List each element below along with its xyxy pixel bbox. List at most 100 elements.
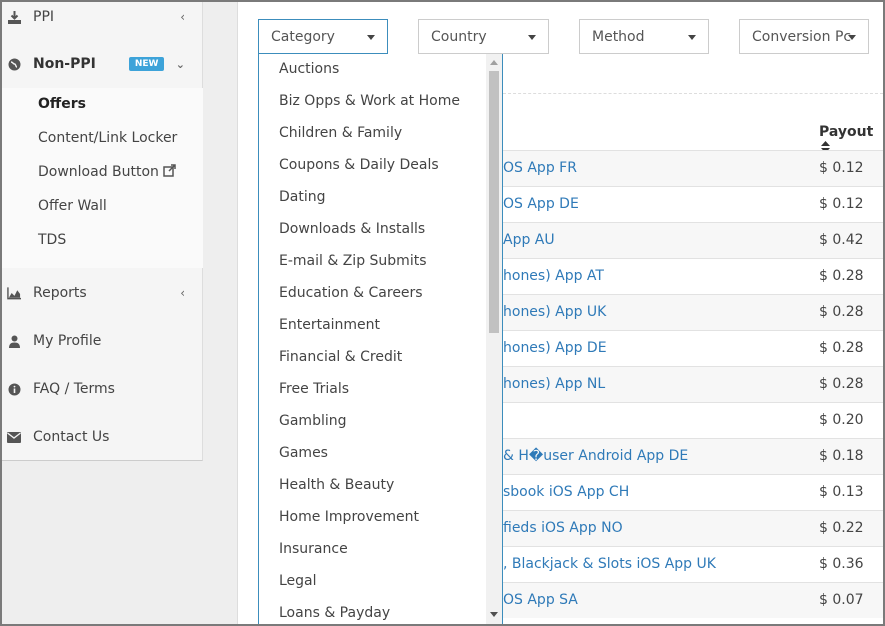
category-option[interactable]: Downloads & Installs [279, 221, 425, 237]
table-row: hones) App AT $ 0.28 [503, 258, 883, 294]
payout-value: $ 0.28 [819, 340, 864, 356]
payout-value: $ 0.12 [819, 196, 864, 212]
sidebar-item-contact[interactable]: Contact Us [0, 426, 201, 448]
globe-icon [7, 57, 21, 71]
country-select[interactable]: Country [418, 19, 549, 54]
offer-name-link[interactable]: OS App FR [503, 160, 577, 176]
table-row: OS App DE $ 0.12 [503, 186, 883, 222]
chevron-left-icon: ‹ [180, 286, 185, 300]
table-row: fieds iOS App NO $ 0.22 [503, 510, 883, 546]
sidebar-item-label: FAQ / Terms [33, 381, 115, 397]
table-row: hones) App DE $ 0.28 [503, 330, 883, 366]
sidebar-item-faq[interactable]: FAQ / Terms [0, 378, 201, 400]
offer-name-link[interactable]: fieds iOS App NO [503, 520, 623, 536]
sidebar-item-nonppi[interactable]: Non-PPI NEW ⌄ [0, 52, 201, 76]
payout-value: $ 0.18 [819, 448, 864, 464]
category-option[interactable]: Dating [279, 189, 326, 205]
category-option[interactable]: Entertainment [279, 317, 380, 333]
table-row: App AU $ 0.42 [503, 222, 883, 258]
country-select-label: Country [431, 28, 487, 45]
category-dropdown[interactable]: Auctions Biz Opps & Work at Home Children … [258, 54, 503, 626]
payout-value: $ 0.22 [819, 520, 864, 536]
offer-name-link[interactable]: App AU [503, 232, 555, 248]
sidebar-item-ppi[interactable]: PPI ‹ [0, 6, 201, 28]
category-select-label: Category [271, 28, 335, 45]
table-row: & H�user Android App DE $ 0.18 [503, 438, 883, 474]
category-option[interactable]: E-mail & Zip Submits [279, 253, 427, 269]
table-row: , Blackjack & Slots iOS App UK $ 0.36 [503, 546, 883, 582]
category-option[interactable]: Children & Family [279, 125, 402, 141]
conversion-select[interactable]: Conversion Pc [739, 19, 869, 54]
sidebar-item-label: Non-PPI [33, 56, 96, 72]
scroll-up-icon[interactable] [490, 60, 498, 65]
user-icon [7, 334, 21, 348]
method-select[interactable]: Method [579, 19, 709, 54]
payout-value: $ 0.07 [819, 592, 864, 608]
caret-down-icon [848, 35, 856, 40]
envelope-icon [7, 430, 21, 444]
category-option[interactable]: Financial & Credit [279, 349, 402, 365]
payout-value: $ 0.12 [819, 160, 864, 176]
sidebar-item-label: My Profile [33, 333, 102, 349]
table-row: $ 0.20 [503, 402, 883, 438]
table-row: hones) App NL $ 0.28 [503, 366, 883, 402]
offer-name-link[interactable]: OS App DE [503, 196, 579, 212]
sidebar-item-download-button[interactable]: Download Button [38, 164, 177, 180]
sidebar-item-label: Contact Us [33, 429, 110, 445]
payout-value: $ 0.28 [819, 304, 864, 320]
table-row: hones) App UK $ 0.28 [503, 294, 883, 330]
category-option[interactable]: Loans & Payday [279, 605, 390, 621]
category-option[interactable]: Education & Careers [279, 285, 423, 301]
offer-name-link[interactable]: OS App SA [503, 592, 578, 608]
sidebar-item-offers[interactable]: Offers [38, 96, 86, 112]
category-option[interactable]: Health & Beauty [279, 477, 394, 493]
new-badge: NEW [128, 57, 165, 71]
table-row: OS App FR $ 0.12 [503, 150, 883, 186]
content-divider [237, 0, 238, 626]
category-option[interactable]: Insurance [279, 541, 348, 557]
info-icon [7, 382, 21, 396]
sidebar-item-content-locker[interactable]: Content/Link Locker [38, 130, 177, 146]
payout-header-label: Payout [819, 124, 874, 140]
category-option[interactable]: Free Trials [279, 381, 349, 397]
offer-name-link[interactable]: hones) App DE [503, 340, 607, 356]
offer-name-link[interactable]: sbook iOS App CH [503, 484, 629, 500]
table-row: sbook iOS App CH $ 0.13 [503, 474, 883, 510]
separator [503, 93, 883, 94]
category-option[interactable]: Coupons & Daily Deals [279, 157, 439, 173]
sidebar-item-offer-wall[interactable]: Offer Wall [38, 198, 107, 214]
scroll-down-icon[interactable] [490, 612, 498, 617]
category-option[interactable]: Games [279, 445, 328, 461]
category-option[interactable]: Legal [279, 573, 317, 589]
offer-name-link[interactable]: hones) App NL [503, 376, 605, 392]
category-option[interactable]: Home Improvement [279, 509, 419, 525]
offer-name-link[interactable]: , Blackjack & Slots iOS App UK [503, 556, 716, 572]
category-select[interactable]: Category [258, 19, 388, 54]
sidebar-item-label: Download Button [38, 164, 159, 180]
payout-value: $ 0.42 [819, 232, 864, 248]
payout-value: $ 0.20 [819, 412, 864, 428]
table-row: OS App SA $ 0.07 [503, 582, 883, 618]
category-option[interactable]: Biz Opps & Work at Home [279, 93, 460, 109]
category-option[interactable]: Auctions [279, 61, 339, 77]
download-icon [7, 10, 21, 24]
payout-value: $ 0.36 [819, 556, 864, 572]
external-link-icon [163, 164, 177, 177]
offer-name-link[interactable]: hones) App UK [503, 304, 606, 320]
dropdown-scrollbar[interactable] [486, 54, 502, 625]
caret-down-icon [528, 35, 536, 40]
offer-name-link[interactable]: & H�user Android App DE [503, 448, 688, 464]
method-select-label: Method [592, 28, 645, 45]
scrollbar-thumb[interactable] [489, 71, 499, 333]
sidebar-item-label: Reports [33, 285, 87, 301]
caret-down-icon [367, 35, 375, 40]
area-chart-icon [7, 286, 21, 300]
offer-name-link[interactable]: hones) App AT [503, 268, 604, 284]
sidebar-item-tds[interactable]: TDS [38, 232, 66, 248]
chevron-down-icon: ⌄ [175, 57, 185, 71]
sidebar-item-label: PPI [33, 9, 55, 25]
caret-down-icon [688, 35, 696, 40]
sidebar-item-my-profile[interactable]: My Profile [0, 330, 201, 352]
sidebar-item-reports[interactable]: Reports ‹ [0, 282, 201, 304]
category-option[interactable]: Gambling [279, 413, 347, 429]
